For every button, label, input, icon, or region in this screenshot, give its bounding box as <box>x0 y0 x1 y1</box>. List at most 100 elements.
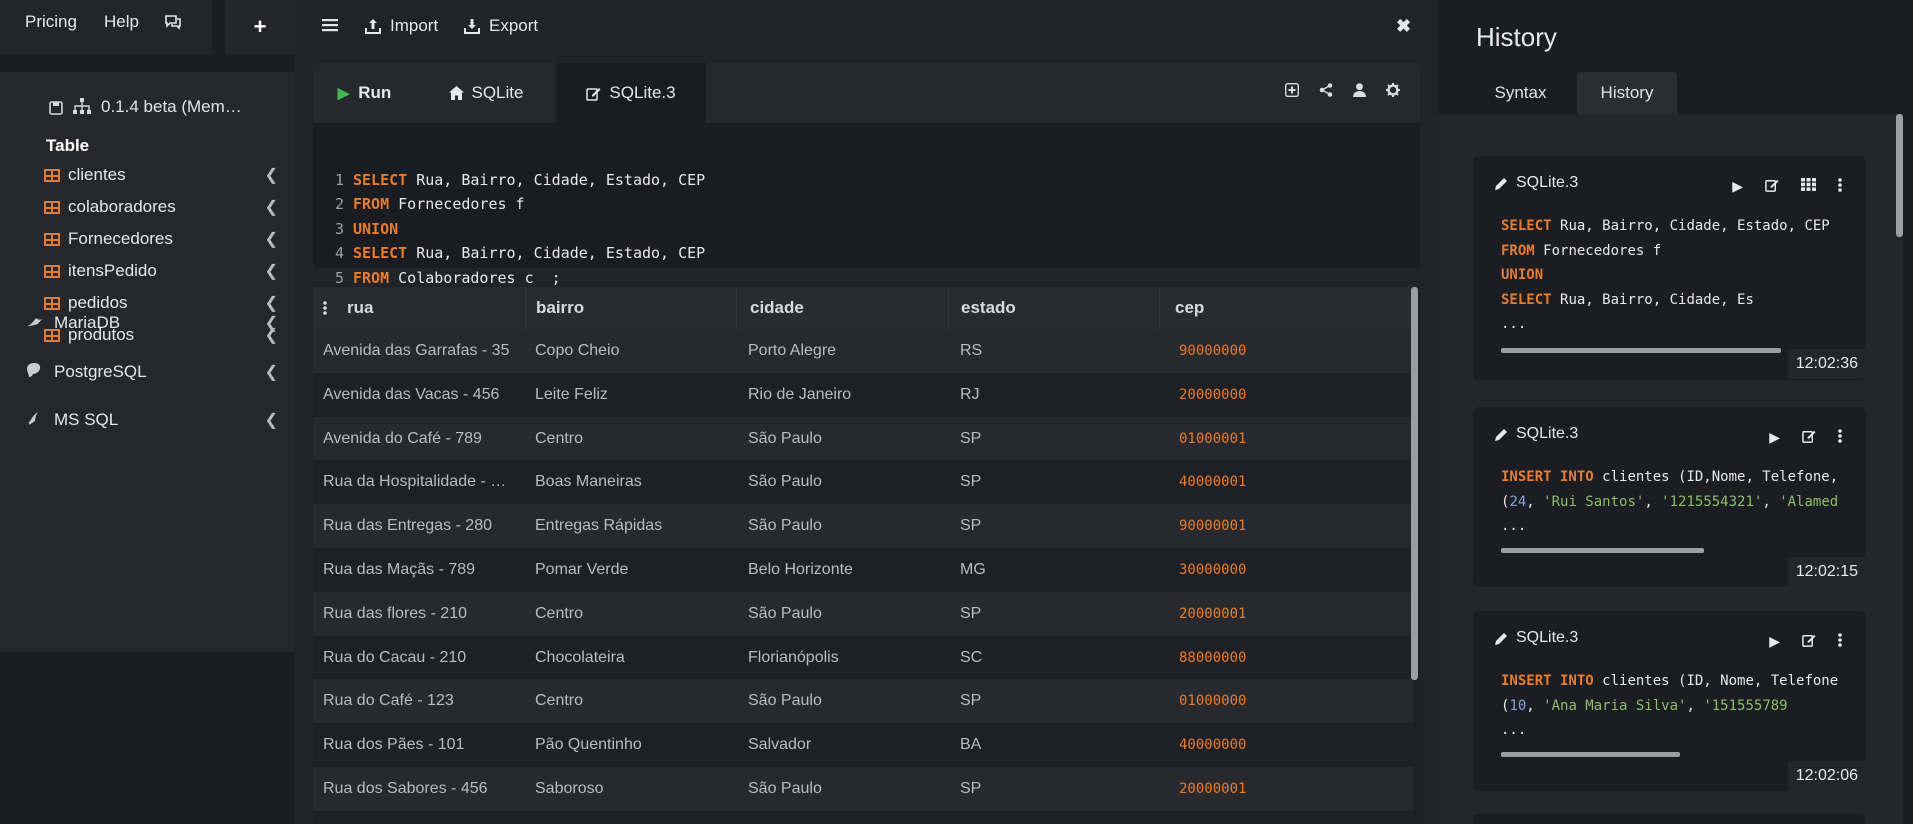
cell-bairro[interactable]: Entregas Rápidas <box>535 504 735 548</box>
table-item[interactable]: Fornecedores ❮ <box>44 224 284 254</box>
cell-rua[interactable]: Rua do Cacau - 210 <box>323 636 523 680</box>
column-header-cidade[interactable]: cidade <box>736 287 947 329</box>
cell-rua[interactable]: Rua das Entregas - 280 <box>323 504 523 548</box>
table-row[interactable]: Avenida das Garrafas - 35 Copo Cheio Porto… <box>313 329 1413 373</box>
more-icon[interactable] <box>1838 429 1842 446</box>
grid-icon[interactable] <box>1801 178 1816 195</box>
cell-bairro[interactable]: Leite Feliz <box>535 373 735 417</box>
cell-estado[interactable]: SP <box>960 767 1160 811</box>
cell-rua[interactable]: Avenida das Garrafas - 35 <box>323 329 523 373</box>
save-icon[interactable] <box>49 100 63 120</box>
table-row[interactable]: Rua das Entregas - 280 Entregas Rápidas Sã… <box>313 504 1413 549</box>
cell-cidade[interactable]: Salvador <box>748 723 948 767</box>
cell-cidade[interactable]: São Paulo <box>748 679 948 723</box>
pricing-link[interactable]: Pricing <box>25 12 77 32</box>
cell-cep[interactable]: 20000001 <box>1179 592 1379 636</box>
column-header-rua[interactable]: rua <box>347 287 527 329</box>
export-button[interactable]: Export <box>464 16 538 36</box>
database-item[interactable]: PostgreSQL ❮ <box>26 357 284 387</box>
edit-icon[interactable] <box>1765 178 1779 195</box>
cell-bairro[interactable]: Pão Quentinho <box>535 723 735 767</box>
user-icon[interactable] <box>1353 83 1366 101</box>
menu-icon[interactable] <box>322 18 338 32</box>
column-menu-icon[interactable] <box>323 287 333 329</box>
tab-sqlite-3[interactable]: SQLite.3 <box>556 63 706 123</box>
panel-scrollbar[interactable] <box>1896 114 1903 237</box>
cell-cidade[interactable]: Belo Horizonte <box>748 548 948 592</box>
table-item[interactable]: itensPedido ❮ <box>44 256 284 286</box>
chevron-left-icon[interactable]: ❮ <box>265 197 278 217</box>
more-icon[interactable] <box>1838 633 1842 650</box>
table-row[interactable]: Rua dos Sabores - 456 Saboroso São Paulo SP… <box>313 767 1413 811</box>
cell-bairro[interactable]: Centro <box>535 592 735 636</box>
cell-estado[interactable]: RJ <box>960 373 1160 417</box>
table-row[interactable]: Rua da Hospitalidade - … Boas Maneiras São… <box>313 460 1413 505</box>
cell-cep[interactable]: 90000000 <box>1179 329 1379 373</box>
cell-cidade[interactable]: Rio de Janeiro <box>748 373 948 417</box>
cell-cep[interactable]: 40000000 <box>1179 723 1379 767</box>
cell-rua[interactable]: Rua da Hospitalidade - … <box>323 460 523 504</box>
gear-icon[interactable] <box>1386 83 1400 101</box>
grid-scrollbar[interactable] <box>1411 287 1418 680</box>
cell-cidade[interactable]: São Paulo <box>748 767 948 811</box>
cell-cidade[interactable]: Florianópolis <box>748 636 948 680</box>
share-icon[interactable] <box>1319 83 1333 101</box>
cell-rua[interactable]: Avenida do Café - 789 <box>323 417 523 461</box>
table-row[interactable]: Avenida do Café - 789 Centro São Paulo SP 01… <box>313 416 1413 461</box>
cell-estado[interactable]: SP <box>960 460 1160 504</box>
cell-estado[interactable]: RS <box>960 329 1160 373</box>
play-icon[interactable]: ▶ <box>1732 178 1743 195</box>
chat-icon[interactable] <box>164 14 182 35</box>
cell-bairro[interactable]: Saboroso <box>535 767 735 811</box>
cell-bairro[interactable]: Pomar Verde <box>535 548 735 592</box>
cell-cidade[interactable]: Porto Alegre <box>748 329 948 373</box>
cell-estado[interactable]: SP <box>960 679 1160 723</box>
table-row[interactable]: Rua das flores - 210 Centro São Paulo SP 200… <box>313 591 1413 636</box>
cell-cep[interactable]: 01000001 <box>1179 417 1379 461</box>
play-icon[interactable]: ▶ <box>1769 429 1780 446</box>
cell-bairro[interactable]: Centro <box>535 679 735 723</box>
cell-estado[interactable]: SP <box>960 592 1160 636</box>
cell-cep[interactable]: 40000001 <box>1179 460 1379 504</box>
cell-cep[interactable]: 20000000 <box>1179 373 1379 417</box>
cell-bairro[interactable]: Centro <box>535 417 735 461</box>
cell-cep[interactable]: 88000000 <box>1179 636 1379 680</box>
cell-cep[interactable]: 01000000 <box>1179 679 1379 723</box>
tab-syntax[interactable]: Syntax <box>1468 72 1573 114</box>
cell-cep[interactable]: 30000000 <box>1179 548 1379 592</box>
cell-bairro[interactable]: Copo Cheio <box>535 329 735 373</box>
database-item[interactable]: MariaDB ❮ <box>26 308 284 338</box>
chevron-left-icon[interactable]: ❮ <box>265 165 278 185</box>
cell-rua[interactable]: Avenida das Vacas - 456 <box>323 373 523 417</box>
close-icon[interactable]: ✖ <box>1396 16 1411 37</box>
chevron-left-icon[interactable]: ❮ <box>265 261 278 281</box>
tab-history[interactable]: History <box>1577 72 1677 114</box>
cell-bairro[interactable]: Boas Maneiras <box>535 460 735 504</box>
edit-icon[interactable] <box>1802 633 1816 650</box>
table-row[interactable]: Rua do Café - 123 Centro São Paulo SP 010000… <box>313 679 1413 724</box>
connection-label[interactable]: 0.1.4 beta (Mem… <box>101 97 242 117</box>
import-button[interactable]: Import <box>365 16 438 36</box>
cell-cidade[interactable]: São Paulo <box>748 417 948 461</box>
cell-cidade[interactable]: São Paulo <box>748 460 948 504</box>
table-row[interactable]: Avenida das Vacas - 456 Leite Feliz Rio de… <box>313 372 1413 417</box>
column-header-estado[interactable]: estado <box>948 287 1159 329</box>
database-item[interactable]: MS SQL ❮ <box>26 405 284 435</box>
sql-code[interactable]: 1 SELECT Rua, Bairro, Cidade, Estado, CEP… <box>335 143 705 290</box>
run-button[interactable]: ▶ Run <box>313 63 416 123</box>
tab-sqlite[interactable]: SQLite <box>418 63 554 123</box>
chevron-left-icon[interactable]: ❮ <box>265 313 278 333</box>
chevron-left-icon[interactable]: ❮ <box>265 410 278 430</box>
more-icon[interactable] <box>1838 178 1842 195</box>
cell-rua[interactable]: Rua do Café - 123 <box>323 679 523 723</box>
edit-icon[interactable] <box>1802 429 1816 446</box>
help-link[interactable]: Help <box>104 12 139 32</box>
table-item[interactable]: clientes ❮ <box>44 160 284 190</box>
play-icon[interactable]: ▶ <box>1769 633 1780 650</box>
cell-bairro[interactable]: Chocolateira <box>535 636 735 680</box>
cell-cep[interactable]: 90000001 <box>1179 504 1379 548</box>
entry-scrollbar[interactable] <box>1501 548 1704 553</box>
cell-rua[interactable]: Rua dos Pães - 101 <box>323 723 523 767</box>
add-tab-icon[interactable] <box>1284 82 1300 101</box>
cell-estado[interactable]: SP <box>960 417 1160 461</box>
